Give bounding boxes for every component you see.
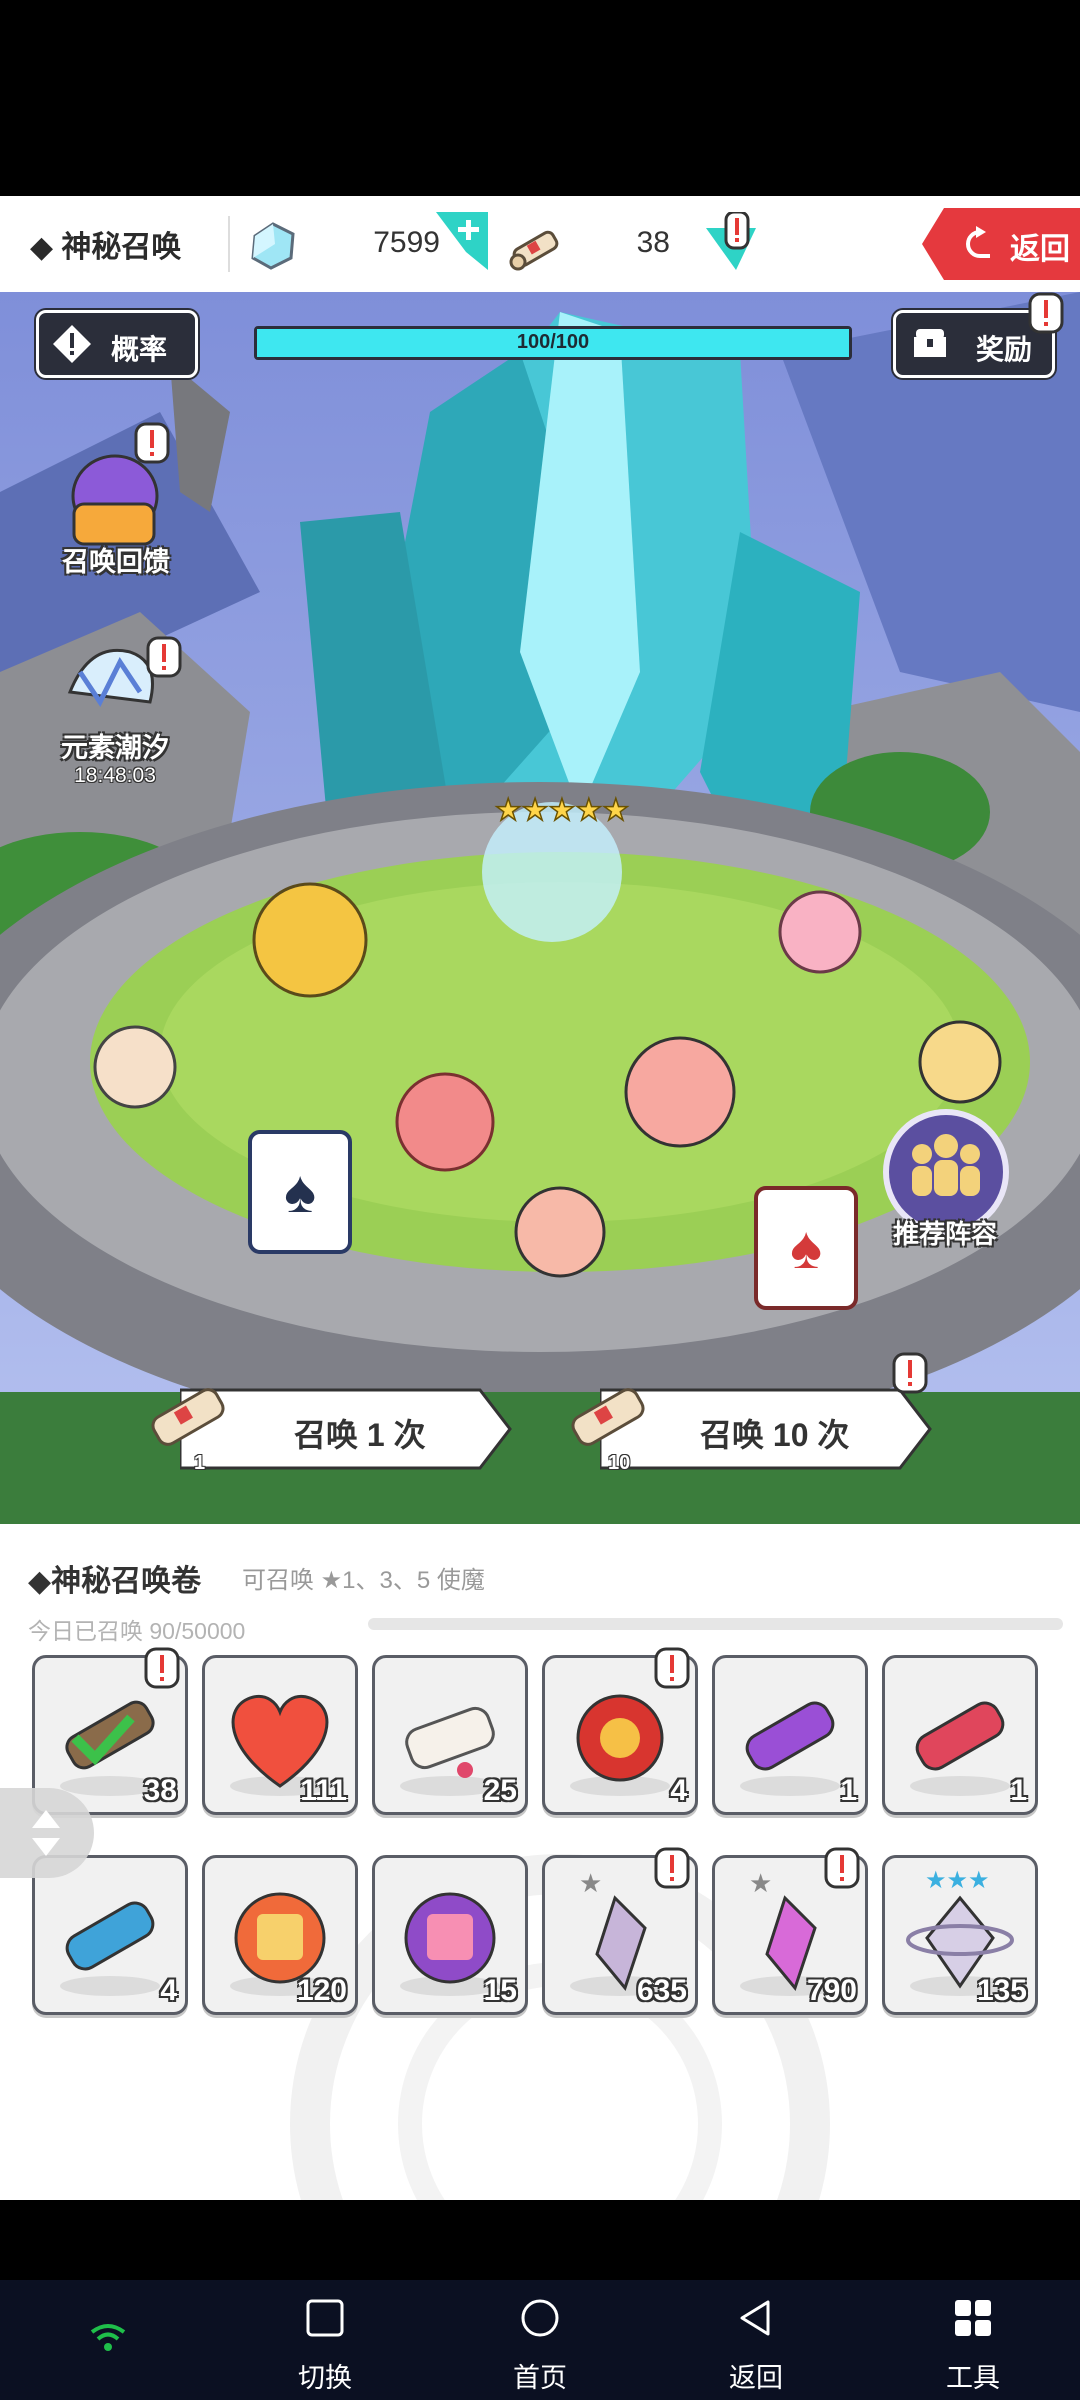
item-count: 4 bbox=[670, 1774, 687, 1807]
recommend-lineup-label: 推荐阵容 bbox=[892, 1219, 997, 1249]
summon-feedback-label: 召唤回馈 bbox=[62, 547, 170, 577]
summon-ten-cost: 10 bbox=[608, 1452, 631, 1474]
item-alert-icon bbox=[654, 1647, 690, 1689]
probability-button[interactable]: 概率 bbox=[36, 310, 198, 378]
inventory-item[interactable]: 1 bbox=[882, 1655, 1038, 1815]
circle-icon bbox=[521, 2299, 559, 2337]
reward-label: 奖励 bbox=[976, 334, 1033, 365]
nav-back-label: 返回 bbox=[729, 2363, 783, 2393]
add-gem-button[interactable] bbox=[436, 212, 488, 274]
page-title: ◆ 神秘召唤 bbox=[30, 231, 182, 264]
item-count: 111 bbox=[300, 1774, 347, 1807]
divider bbox=[228, 216, 230, 272]
item-count: 38 bbox=[143, 1774, 177, 1807]
daily-progress-bar bbox=[368, 1618, 1063, 1630]
section-title: ◆神秘召唤卷 bbox=[28, 1565, 202, 1598]
inventory-item[interactable]: 4 bbox=[32, 1855, 188, 2015]
element-tide-label: 元素潮汐 bbox=[61, 733, 169, 763]
item-count: 25 bbox=[483, 1774, 517, 1807]
summon-progress-bar: 100/100 bbox=[254, 326, 852, 360]
item-count: 1 bbox=[840, 1774, 857, 1807]
triangle-back-icon bbox=[740, 2300, 770, 2336]
wifi-icon bbox=[90, 2324, 126, 2351]
summon-feedback-button[interactable]: 召唤回馈 bbox=[46, 452, 186, 582]
summon-ten-scroll-icon bbox=[571, 1388, 645, 1446]
square-icon bbox=[306, 2299, 344, 2337]
feedback-alert-icon bbox=[134, 422, 170, 464]
probability-label: 概率 bbox=[111, 334, 168, 365]
summon-once-scroll-icon bbox=[151, 1388, 225, 1446]
summon-scene: ♠ ♠ ★★★★★ 概率 100/100 奖励 召唤回馈 元素潮汐 18:48:… bbox=[0, 292, 1080, 1524]
inventory-item[interactable]: 25 bbox=[372, 1655, 528, 1815]
item-count: 635 bbox=[636, 1974, 687, 2007]
scroll-icon bbox=[509, 230, 559, 271]
nav-home-label: 首页 bbox=[513, 2363, 567, 2393]
svg-text:♠: ♠ bbox=[790, 1214, 822, 1281]
item-count: 15 bbox=[483, 1974, 517, 2007]
nav-switch-label: 切换 bbox=[298, 2363, 352, 2393]
element-tide-timer: 18:48:03 bbox=[74, 764, 156, 787]
inventory-item[interactable]: ★★★ 135 bbox=[882, 1855, 1038, 2015]
progress-text: 100/100 bbox=[516, 331, 590, 353]
grid-icon bbox=[955, 2300, 991, 2336]
item-count: 790 bbox=[806, 1974, 857, 2007]
svg-text:♠: ♠ bbox=[284, 1158, 316, 1225]
nav-back-button[interactable]: 返回 bbox=[686, 2280, 826, 2400]
item-count: 120 bbox=[296, 1974, 347, 2007]
return-label: 返回 bbox=[1010, 233, 1070, 266]
svg-text:★: ★ bbox=[579, 1868, 602, 1898]
scroll-add-button[interactable] bbox=[706, 212, 756, 274]
section-subtitle: 可召唤 ★1、3、5 使魔 bbox=[242, 1567, 485, 1594]
warning-icon bbox=[53, 325, 91, 363]
summon-once-label: 召唤 1 次 bbox=[294, 1417, 426, 1453]
nav-home-button[interactable]: 首页 bbox=[470, 2280, 610, 2400]
summon-ten-label: 召唤 10 次 bbox=[700, 1417, 850, 1453]
item-count: 1 bbox=[1010, 1774, 1027, 1807]
item-count: 4 bbox=[160, 1974, 177, 2007]
chest-icon bbox=[914, 329, 946, 357]
today-summon-count: 今日已召唤 90/50000 bbox=[28, 1618, 246, 1644]
inventory-item[interactable]: 120 bbox=[202, 1855, 358, 2015]
summon-once-cost: 1 bbox=[194, 1452, 206, 1474]
item-count: 135 bbox=[976, 1974, 1027, 2007]
scroll-count: 38 bbox=[636, 226, 670, 259]
item-alert-icon bbox=[654, 1847, 690, 1889]
inventory-item[interactable]: 15 bbox=[372, 1855, 528, 2015]
svg-text:★★★★★: ★★★★★ bbox=[495, 794, 629, 827]
side-drag-handle[interactable] bbox=[0, 1788, 94, 1878]
recommend-lineup-button[interactable]: 推荐阵容 bbox=[870, 1108, 1020, 1258]
reward-alert-icon bbox=[1028, 292, 1064, 334]
svg-text:★★★: ★★★ bbox=[925, 1867, 990, 1894]
nav-tools-label: 工具 bbox=[946, 2363, 1000, 2393]
summon-ten-alert-icon bbox=[892, 1352, 928, 1394]
nav-switch-button[interactable]: 切换 bbox=[255, 2280, 395, 2400]
svg-text:★: ★ bbox=[749, 1868, 772, 1898]
item-alert-icon bbox=[824, 1847, 860, 1889]
gem-count: 7599 bbox=[373, 226, 440, 259]
item-alert-icon bbox=[144, 1647, 180, 1689]
gem-icon bbox=[251, 222, 295, 270]
inventory-item[interactable]: 1 bbox=[712, 1655, 868, 1815]
inventory-item[interactable]: 111 bbox=[202, 1655, 358, 1815]
tide-alert-icon bbox=[146, 636, 182, 678]
nav-tools-button[interactable]: 工具 bbox=[903, 2280, 1043, 2400]
